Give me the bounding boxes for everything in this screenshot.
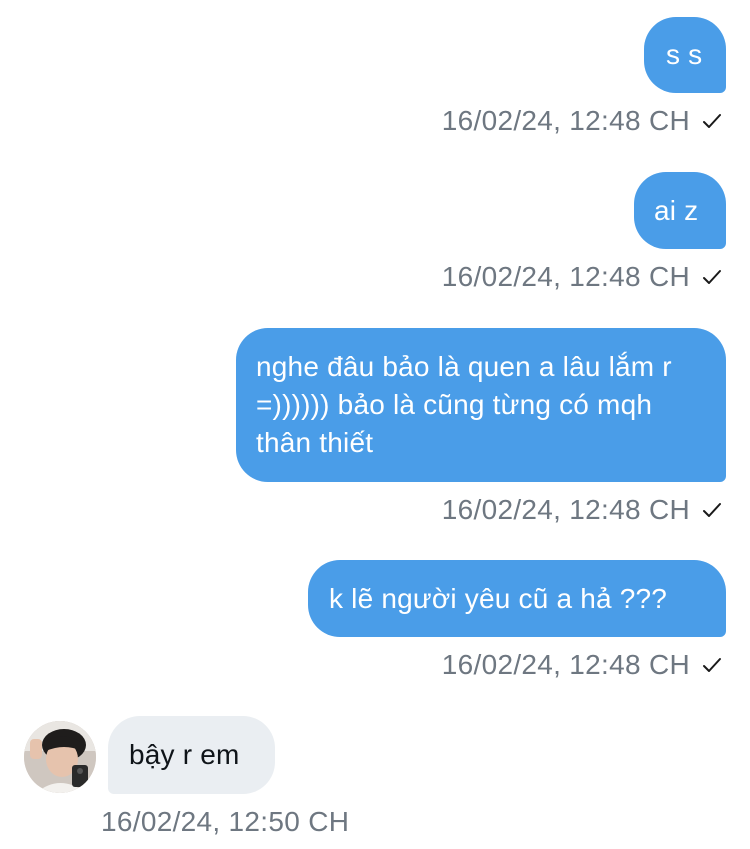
message-timestamp: 16/02/24, 12:48 CH (441, 649, 690, 680)
avatar-photo (24, 721, 96, 793)
outgoing-message-bubble[interactable]: s s (644, 17, 726, 93)
incoming-message-bubble[interactable]: bậy r em (108, 716, 275, 794)
message-meta: 16/02/24, 12:48 CH (442, 104, 722, 138)
check-icon (703, 270, 721, 284)
message-timestamp: 16/02/24, 12:48 CH (441, 105, 690, 136)
check-icon (703, 114, 721, 128)
message-text: bậy r em (129, 739, 240, 770)
message-timestamp: 16/02/24, 12:48 CH (441, 261, 690, 292)
message-text: k lẽ người yêu cũ a hả ??? (329, 583, 668, 614)
message-meta: 16/02/24, 12:48 CH (442, 648, 722, 682)
outgoing-message-bubble[interactable]: nghe đâu bảo là quen a lâu lắm r =))))))… (236, 328, 726, 482)
message-text: ai z (654, 195, 699, 226)
message-timestamp: 16/02/24, 12:50 CH (101, 806, 350, 837)
outgoing-message-bubble[interactable]: ai z (634, 172, 726, 249)
message-timestamp: 16/02/24, 12:48 CH (441, 494, 690, 525)
message-text: s s (666, 39, 703, 70)
check-icon (703, 658, 721, 672)
message-meta: 16/02/24, 12:48 CH (442, 260, 722, 294)
outgoing-message-bubble[interactable]: k lẽ người yêu cũ a hả ??? (308, 560, 726, 637)
check-icon (703, 503, 721, 517)
message-text: nghe đâu bảo là quen a lâu lắm r =))))))… (256, 351, 672, 458)
avatar[interactable] (24, 721, 96, 793)
message-meta: 16/02/24, 12:50 CH (101, 805, 349, 839)
message-meta: 16/02/24, 12:48 CH (442, 493, 722, 527)
